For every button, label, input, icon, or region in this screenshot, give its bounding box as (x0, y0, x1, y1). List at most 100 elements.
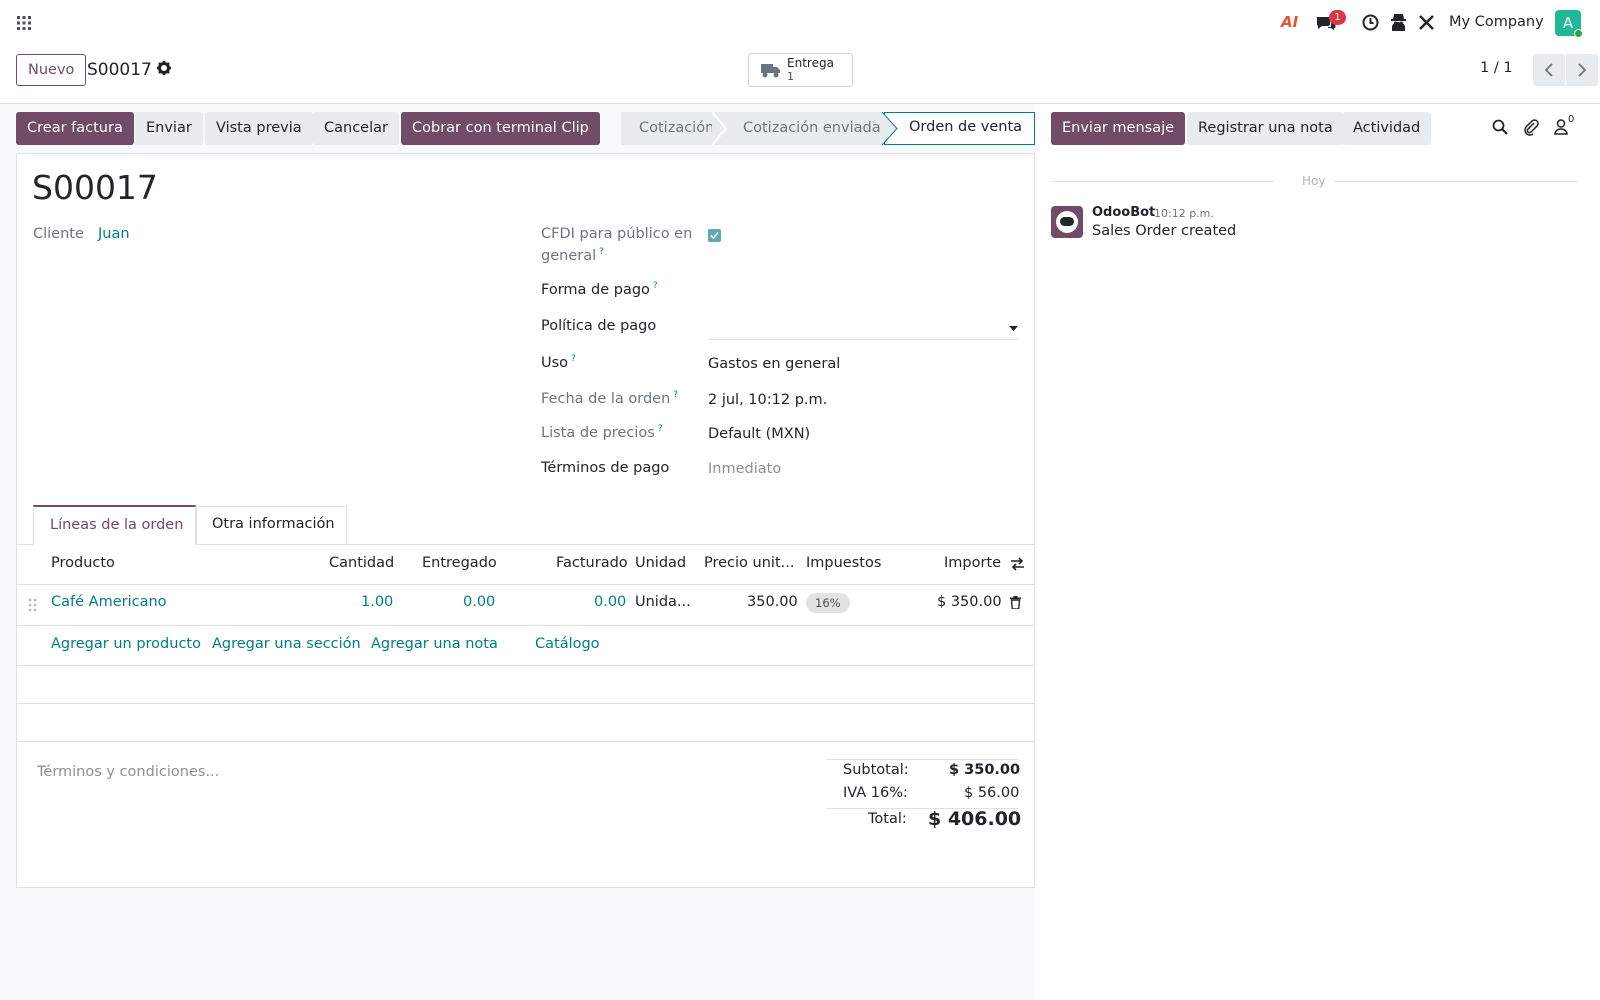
date-separator: Hoy (1302, 174, 1326, 188)
col-invoiced[interactable]: Facturado (556, 555, 628, 571)
stage-quotation[interactable]: Cotización (621, 112, 726, 145)
customer-field[interactable]: Juan (98, 226, 130, 242)
help-icon[interactable]: ? (599, 247, 604, 257)
pager-next-button[interactable] (1566, 54, 1598, 86)
cancel-button[interactable]: Cancelar (313, 112, 399, 145)
record-title: S00017 (32, 168, 158, 207)
tax-badge[interactable]: 16% (806, 593, 850, 613)
col-unit-price[interactable]: Precio unit... (704, 555, 794, 571)
payment-terms-field[interactable]: Inmediato (708, 461, 781, 477)
chevron-left-icon (1544, 63, 1553, 77)
payment-terms-label: Términos de pago (541, 460, 670, 476)
col-delivered[interactable]: Entregado (422, 555, 497, 571)
debug-tools-icon[interactable] (1418, 14, 1435, 31)
tab-other-info-label: Otra información (212, 516, 335, 532)
cfdi-label-line1: CFDI para público en (541, 226, 693, 242)
usage-label: Uso? (541, 354, 576, 371)
col-taxes[interactable]: Impuestos (806, 555, 881, 571)
row-invoiced[interactable]: 0.00 (594, 594, 626, 610)
usage-text: Uso (541, 354, 569, 371)
tab-order-lines-label: Líneas de la orden (50, 517, 184, 533)
payment-form-text: Forma de pago (541, 281, 650, 298)
clip-terminal-button[interactable]: Cobrar con terminal Clip (401, 112, 600, 145)
customer-label: Cliente (33, 226, 84, 242)
row-unit[interactable]: Unida... (635, 594, 691, 610)
preview-button[interactable]: Vista previa (205, 112, 313, 145)
drag-handle-icon[interactable] (28, 598, 37, 612)
apps-menu-icon[interactable] (17, 16, 31, 30)
row-divider (16, 741, 1035, 742)
followers-icon[interactable] (1554, 119, 1568, 135)
tab-order-lines[interactable]: Líneas de la orden (33, 505, 196, 545)
breadcrumb-record: S00017 (87, 60, 152, 80)
row-quantity[interactable]: 1.00 (361, 594, 393, 610)
spy-user-icon[interactable] (1390, 13, 1407, 31)
message-time: 10:12 p.m. (1154, 207, 1214, 220)
payment-form-field[interactable] (708, 278, 1018, 302)
send-button[interactable]: Enviar (135, 112, 203, 145)
order-date-text: Fecha de la orden (541, 390, 671, 407)
create-invoice-button[interactable]: Crear factura (16, 112, 134, 145)
help-icon[interactable]: ? (658, 424, 663, 434)
cfdi-public-checkbox[interactable] (708, 229, 721, 242)
optional-columns-icon[interactable] (1010, 557, 1025, 571)
message-author[interactable]: OdooBot (1092, 205, 1155, 220)
total-label: Total: (868, 811, 907, 827)
truck-icon (761, 64, 780, 78)
new-button[interactable]: Nuevo (16, 54, 87, 86)
payment-policy-label: Política de pago (541, 318, 657, 334)
check-icon (710, 231, 719, 240)
terms-conditions-field[interactable]: Términos y condiciones... (37, 764, 219, 780)
search-icon[interactable] (1492, 119, 1508, 135)
subtotal-label: Subtotal: (843, 762, 909, 778)
add-product-link[interactable]: Agregar un producto (51, 636, 201, 652)
payment-policy-select[interactable] (708, 314, 1018, 340)
pager-value[interactable]: 1 / 1 (1480, 60, 1513, 76)
pricelist-field[interactable]: Default (MXN) (708, 426, 810, 442)
row-product[interactable]: Café Americano (51, 594, 167, 610)
cfdi-label-line2: general? (541, 247, 604, 264)
table-row[interactable] (16, 585, 1035, 625)
add-section-link[interactable]: Agregar una sección (212, 636, 361, 652)
order-date-field[interactable]: 2 jul, 10:12 p.m. (708, 392, 827, 408)
gear-icon[interactable] (157, 61, 171, 75)
col-quantity[interactable]: Cantidad (329, 555, 394, 571)
top-navbar: AI 1 My Company A (0, 0, 1600, 46)
catalog-link[interactable]: Catálogo (535, 636, 600, 652)
chatter-panel: Enviar mensaje Registrar una nota Activi… (1035, 104, 1600, 1000)
company-switcher[interactable]: My Company (1449, 14, 1544, 30)
send-message-button[interactable]: Enviar mensaje (1051, 112, 1186, 145)
delivery-smart-button[interactable]: Entrega 1 (748, 53, 853, 87)
row-delivered[interactable]: 0.00 (463, 594, 495, 610)
online-status-dot (1574, 29, 1583, 38)
col-amount[interactable]: Importe (944, 555, 1001, 571)
col-unit[interactable]: Unidad (635, 555, 686, 571)
activity-clock-icon[interactable] (1362, 14, 1379, 31)
trash-icon[interactable] (1010, 596, 1021, 609)
pager-previous-button[interactable] (1533, 54, 1565, 86)
followers-count: 0 (1568, 114, 1575, 125)
stage-quotation-sent[interactable]: Cotización enviada (726, 112, 884, 145)
row-unit-price[interactable]: 350.00 (747, 594, 798, 610)
col-product[interactable]: Producto (51, 555, 115, 571)
divider (1051, 181, 1274, 182)
tab-other-info[interactable]: Otra información (196, 506, 347, 544)
row-divider (16, 625, 1035, 626)
caret-down-icon (1009, 326, 1018, 331)
help-icon[interactable]: ? (673, 390, 678, 400)
ai-icon[interactable]: AI (1281, 13, 1298, 31)
row-divider (16, 703, 1035, 704)
paperclip-icon[interactable] (1523, 118, 1539, 136)
totals-top-border (826, 759, 1018, 760)
help-icon[interactable]: ? (653, 281, 658, 291)
control-panel: Nuevo S00017 Entrega 1 1 / 1 (0, 46, 1600, 104)
activity-button[interactable]: Actividad (1342, 112, 1432, 145)
pricelist-text: Lista de precios (541, 424, 655, 441)
add-note-link[interactable]: Agregar una nota (371, 636, 498, 652)
stage-arrow-2 (882, 112, 898, 145)
log-note-button[interactable]: Registrar una nota (1187, 112, 1344, 145)
chevron-right-icon (1578, 63, 1587, 77)
help-icon[interactable]: ? (571, 354, 576, 364)
stage-sales-order[interactable]: Orden de venta (884, 112, 1035, 145)
usage-field[interactable]: Gastos en general (708, 356, 840, 372)
